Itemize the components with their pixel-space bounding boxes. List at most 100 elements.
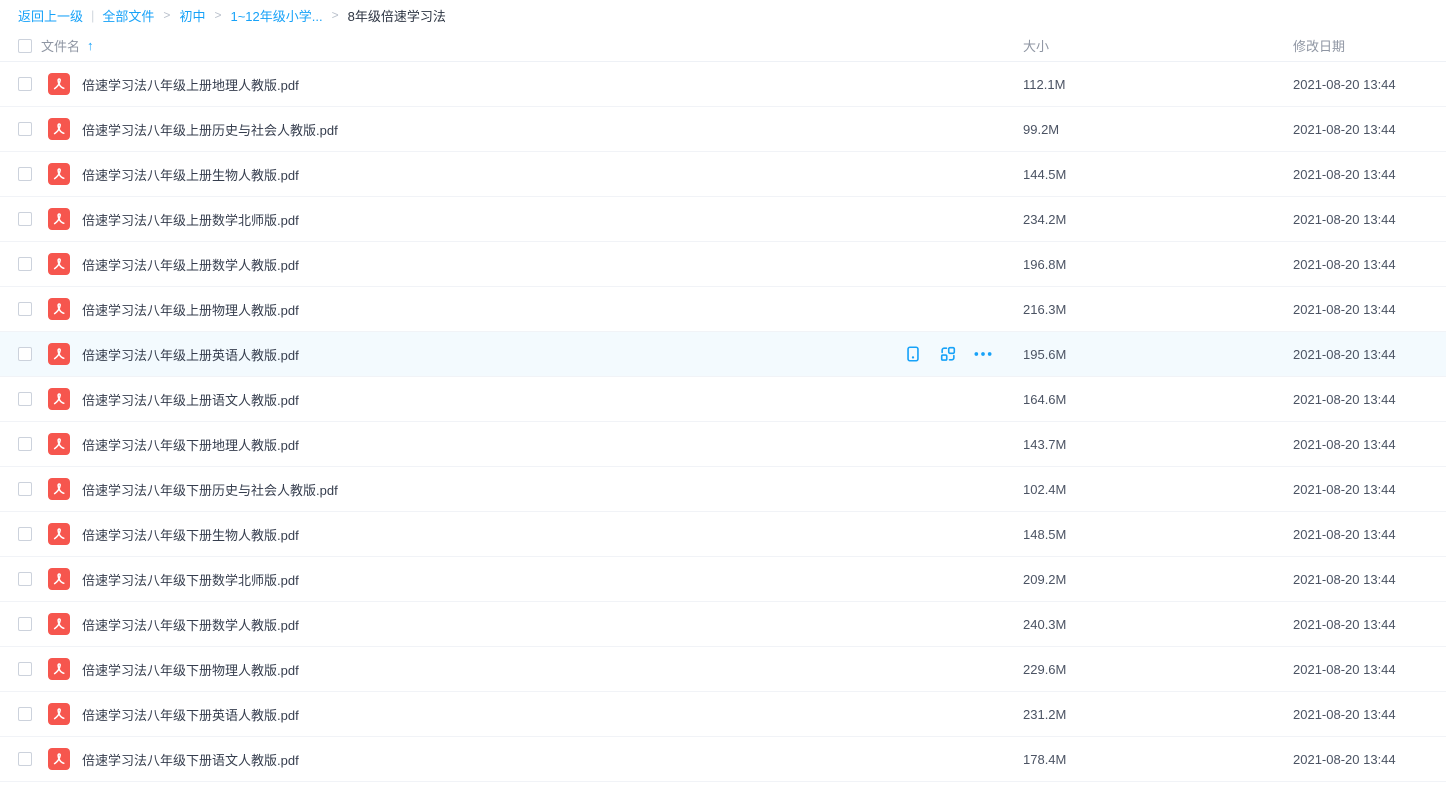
file-name-link[interactable]: 倍速学习法八年级下册英语人教版.pdf — [82, 705, 299, 724]
file-modified-date: 2021-08-20 13:44 — [1293, 572, 1446, 587]
pdf-file-icon — [48, 118, 70, 140]
pdf-file-icon — [48, 478, 70, 500]
file-name-link[interactable]: 倍速学习法八年级下册生物人教版.pdf — [82, 525, 299, 544]
file-name-link[interactable]: 倍速学习法八年级上册生物人教版.pdf — [82, 165, 299, 184]
table-row[interactable]: 倍速学习法八年级上册历史与社会人教版.pdf — [0, 107, 1446, 152]
file-size: 196.8M — [1023, 257, 1293, 272]
file-name-link[interactable]: 倍速学习法八年级下册历史与社会人教版.pdf — [82, 480, 338, 499]
breadcrumb-item-grades-folder[interactable]: 1~12年级小学... — [230, 6, 322, 25]
table-row[interactable]: 倍速学习法八年级上册物理人教版.pdf — [0, 287, 1446, 332]
file-name-link[interactable]: 倍速学习法八年级上册物理人教版.pdf — [82, 300, 299, 319]
file-size: 112.1M — [1023, 77, 1293, 92]
pdf-file-icon — [48, 298, 70, 320]
breadcrumb-current-folder: 8年级倍速学习法 — [348, 6, 446, 25]
pdf-file-icon — [48, 208, 70, 230]
table-row[interactable]: 倍速学习法八年级下册历史与社会人教版.pdf — [0, 467, 1446, 512]
file-list: 倍速学习法八年级上册地理人教版.pdf — [0, 62, 1446, 782]
row-checkbox[interactable] — [18, 302, 32, 316]
row-checkbox[interactable] — [18, 662, 32, 676]
file-size: 229.6M — [1023, 662, 1293, 677]
file-name-link[interactable]: 倍速学习法八年级上册英语人教版.pdf — [82, 345, 299, 364]
file-modified-date: 2021-08-20 13:44 — [1293, 437, 1446, 452]
file-modified-date: 2021-08-20 13:44 — [1293, 662, 1446, 677]
row-checkbox[interactable] — [18, 167, 32, 181]
row-checkbox[interactable] — [18, 212, 32, 226]
file-size: 195.6M — [1023, 347, 1293, 362]
select-all-checkbox[interactable] — [18, 39, 32, 53]
breadcrumb-chevron-icon: > — [214, 8, 221, 22]
file-modified-date: 2021-08-20 13:44 — [1293, 482, 1446, 497]
row-checkbox[interactable] — [18, 752, 32, 766]
column-header-modified-date: 修改日期 — [1293, 36, 1446, 55]
row-checkbox[interactable] — [18, 77, 32, 91]
pdf-file-icon — [48, 343, 70, 365]
row-checkbox[interactable] — [18, 257, 32, 271]
pdf-file-icon — [48, 388, 70, 410]
file-size: 164.6M — [1023, 392, 1293, 407]
table-row[interactable]: 倍速学习法八年级下册数学人教版.pdf — [0, 602, 1446, 647]
breadcrumb-item-all-files[interactable]: 全部文件 — [102, 6, 154, 25]
file-modified-date: 2021-08-20 13:44 — [1293, 122, 1446, 137]
table-row[interactable]: 倍速学习法八年级下册生物人教版.pdf — [0, 512, 1446, 557]
row-checkbox[interactable] — [18, 122, 32, 136]
pdf-file-icon — [48, 433, 70, 455]
table-row[interactable]: 倍速学习法八年级下册英语人教版.pdf — [0, 692, 1446, 737]
row-checkbox[interactable] — [18, 617, 32, 631]
file-modified-date: 2021-08-20 13:44 — [1293, 302, 1446, 317]
table-row[interactable]: 倍速学习法八年级上册地理人教版.pdf — [0, 62, 1446, 107]
row-checkbox[interactable] — [18, 437, 32, 451]
pdf-file-icon — [48, 703, 70, 725]
table-row[interactable]: 倍速学习法八年级上册英语人教版.pdf — [0, 332, 1446, 377]
row-checkbox[interactable] — [18, 527, 32, 541]
file-name-link[interactable]: 倍速学习法八年级上册数学人教版.pdf — [82, 255, 299, 274]
file-size: 143.7M — [1023, 437, 1293, 452]
row-checkbox[interactable] — [18, 392, 32, 406]
file-name-link[interactable]: 倍速学习法八年级上册历史与社会人教版.pdf — [82, 120, 338, 139]
transfer-icon[interactable] — [938, 344, 958, 364]
breadcrumb-chevron-icon: > — [163, 8, 170, 22]
pdf-file-icon — [48, 73, 70, 95]
file-size: 209.2M — [1023, 572, 1293, 587]
pdf-file-icon — [48, 748, 70, 770]
file-modified-date: 2021-08-20 13:44 — [1293, 707, 1446, 722]
file-size: 240.3M — [1023, 617, 1293, 632]
pdf-file-icon — [48, 568, 70, 590]
pdf-file-icon — [48, 613, 70, 635]
file-name-link[interactable]: 倍速学习法八年级下册物理人教版.pdf — [82, 660, 299, 679]
table-row[interactable]: 倍速学习法八年级上册数学人教版.pdf — [0, 242, 1446, 287]
file-size: 99.2M — [1023, 122, 1293, 137]
table-row[interactable]: 倍速学习法八年级上册数学北师版.pdf — [0, 197, 1446, 242]
file-name-link[interactable]: 倍速学习法八年级下册数学北师版.pdf — [82, 570, 299, 589]
file-name-link[interactable]: 倍速学习法八年级上册数学北师版.pdf — [82, 210, 299, 229]
row-checkbox[interactable] — [18, 482, 32, 496]
table-row[interactable]: 倍速学习法八年级下册语文人教版.pdf — [0, 737, 1446, 782]
pdf-file-icon — [48, 658, 70, 680]
column-header-filename[interactable]: 文件名 — [41, 36, 80, 55]
row-checkbox[interactable] — [18, 347, 32, 361]
pdf-file-icon — [48, 523, 70, 545]
file-size: 102.4M — [1023, 482, 1293, 497]
file-modified-date: 2021-08-20 13:44 — [1293, 392, 1446, 407]
file-name-link[interactable]: 倍速学习法八年级上册地理人教版.pdf — [82, 75, 299, 94]
table-row[interactable]: 倍速学习法八年级上册生物人教版.pdf — [0, 152, 1446, 197]
breadcrumb: 返回上一级 | 全部文件 > 初中 > 1~12年级小学... > 8年级倍速学… — [0, 0, 1446, 30]
more-actions-icon[interactable] — [973, 344, 993, 364]
column-header-size: 大小 — [1023, 36, 1293, 55]
table-row[interactable]: 倍速学习法八年级下册数学北师版.pdf — [0, 557, 1446, 602]
breadcrumb-item-junior-high[interactable]: 初中 — [179, 6, 205, 25]
file-name-link[interactable]: 倍速学习法八年级上册语文人教版.pdf — [82, 390, 299, 409]
file-name-link[interactable]: 倍速学习法八年级下册语文人教版.pdf — [82, 750, 299, 769]
breadcrumb-back-link[interactable]: 返回上一级 — [18, 6, 83, 25]
sort-ascending-icon[interactable]: ↑ — [87, 38, 94, 53]
row-checkbox[interactable] — [18, 572, 32, 586]
file-name-link[interactable]: 倍速学习法八年级下册数学人教版.pdf — [82, 615, 299, 634]
table-row[interactable]: 倍速学习法八年级下册物理人教版.pdf — [0, 647, 1446, 692]
download-to-phone-icon[interactable] — [903, 344, 923, 364]
file-list-header: 文件名 ↑ 大小 修改日期 — [0, 30, 1446, 62]
file-name-link[interactable]: 倍速学习法八年级下册地理人教版.pdf — [82, 435, 299, 454]
row-checkbox[interactable] — [18, 707, 32, 721]
table-row[interactable]: 倍速学习法八年级下册地理人教版.pdf — [0, 422, 1446, 467]
file-modified-date: 2021-08-20 13:44 — [1293, 347, 1446, 362]
breadcrumb-pipe-separator: | — [91, 8, 94, 23]
table-row[interactable]: 倍速学习法八年级上册语文人教版.pdf — [0, 377, 1446, 422]
